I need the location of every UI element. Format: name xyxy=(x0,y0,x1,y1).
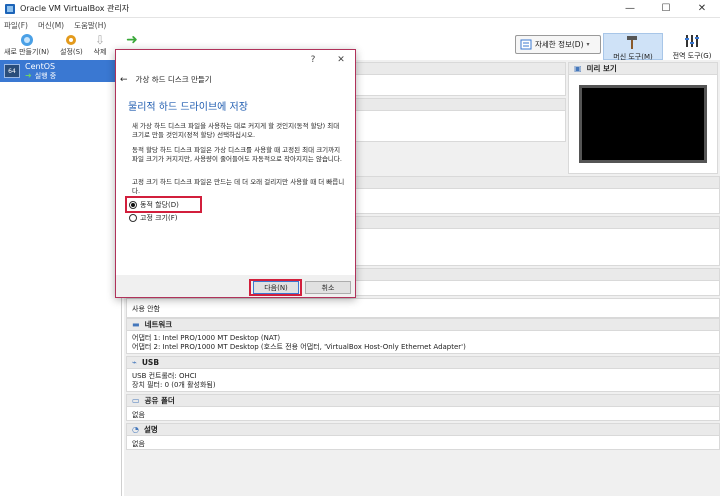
network-icon: ▬ xyxy=(132,320,140,329)
window-title: Oracle VM VirtualBox 관리자 xyxy=(20,4,130,13)
create-virtual-disk-dialog: ? ✕ ← 가상 하드 디스크 만들기 물리적 하드 드라이브에 저장 새 가상… xyxy=(115,49,356,298)
details-view-button[interactable]: 자세한 정보(D) ▾ xyxy=(515,35,601,54)
maximize-button[interactable]: ☐ xyxy=(648,0,684,18)
dialog-subtitle-row: ← 가상 하드 디스크 만들기 xyxy=(120,74,212,85)
gear-icon xyxy=(63,33,79,47)
shared-folders-title: 공유 폴더 xyxy=(144,396,175,405)
cancel-button[interactable]: 취소 xyxy=(305,281,351,294)
settings-button-label: 설정(S) xyxy=(60,48,83,56)
start-arrow-icon: ➜ xyxy=(126,32,138,48)
radio-unchecked-icon xyxy=(129,214,137,222)
dialog-heading: 물리적 하드 드라이브에 저장 xyxy=(128,102,248,113)
discard-arrow-icon: ⇩ xyxy=(94,33,106,47)
shared-folders-section: ▭ 공유 폴더 없음 xyxy=(126,394,720,421)
discard-button-label: 삭제 xyxy=(93,48,107,56)
details-view-label: 자세한 정보(D) xyxy=(535,40,584,49)
network-adapter-2: 어댑터 2: Intel PRO/1000 MT Desktop (호스트 전용… xyxy=(132,343,466,351)
back-arrow-icon[interactable]: ← xyxy=(120,75,128,85)
network-title: 네트워크 xyxy=(144,320,173,329)
menu-machine[interactable]: 머신(M) xyxy=(38,20,64,31)
shared-folders-body: 없음 xyxy=(132,411,145,419)
vm-state: ➜ 실행 중 xyxy=(25,71,56,81)
main-toolbar: 새로 만들기(N) 설정(S) ⇩ 삭제 ➜ 자세한 정보(D) ▾ 머신 도구… xyxy=(0,32,720,61)
fixed-size-label: 고정 크기(F) xyxy=(140,214,178,222)
serial-section: 사용 안함 xyxy=(126,298,720,318)
virtualbox-logo-icon xyxy=(5,3,15,14)
window-titlebar: Oracle VM VirtualBox 관리자 — ☐ ✕ xyxy=(0,0,720,18)
dialog-close-button[interactable]: ✕ xyxy=(327,55,355,65)
new-vm-icon xyxy=(19,33,35,47)
description-header[interactable]: ◔ 설명 xyxy=(127,424,719,436)
hammer-icon xyxy=(624,34,642,52)
usb-title: USB xyxy=(141,358,160,367)
vm-list: 64 CentOS ➜ 실행 중 xyxy=(0,60,122,496)
preview-icon: ▣ xyxy=(574,64,582,73)
start-button[interactable]: ➜ xyxy=(124,32,140,48)
vm-state-label: 실행 중 xyxy=(34,71,57,80)
preview-panel: ▣ 미리 보기 xyxy=(568,62,718,174)
dialog-paragraph-1: 새 가상 하드 디스크 파일을 사용하는 대로 커지게 할 것인지(동적 할당)… xyxy=(132,122,340,139)
network-adapter-1: 어댑터 1: Intel PRO/1000 MT Desktop (NAT) xyxy=(132,334,281,342)
menu-help[interactable]: 도움말(H) xyxy=(74,20,106,31)
usb-section: ⌁ USB USB 컨트롤러: OHCI 장치 필터: 0 (0개 활성화됨) xyxy=(126,356,720,392)
shared-folders-header[interactable]: ▭ 공유 폴더 xyxy=(127,395,719,407)
network-section-header[interactable]: ▬ 네트워크 xyxy=(127,319,719,331)
vm-name: CentOS xyxy=(25,61,56,71)
folder-icon: ▭ xyxy=(132,396,140,405)
details-dropdown-icon: ▾ xyxy=(586,41,590,48)
dialog-paragraph-3: 고정 크기 하드 디스크 파일은 만드는 데 더 오래 걸리지만 사용할 때 더… xyxy=(132,178,345,195)
dialog-paragraph-2: 동적 할당 하드 디스크 파일은 가상 디스크를 사용할 때 고정된 최대 크기… xyxy=(132,146,342,163)
preview-title: 미리 보기 xyxy=(586,64,617,73)
settings-button[interactable]: 설정(S) xyxy=(60,33,83,57)
dialog-titlebar: ? ✕ xyxy=(116,50,355,70)
description-body: 없음 xyxy=(132,440,145,448)
new-button[interactable]: 새로 만들기(N) xyxy=(4,33,49,57)
network-section: ▬ 네트워크 어댑터 1: Intel PRO/1000 MT Desktop … xyxy=(126,318,720,354)
running-arrow-icon: ➜ xyxy=(25,71,32,80)
global-tools-button[interactable]: 전역 도구(G) xyxy=(665,33,719,60)
os-type-icon: 64 xyxy=(4,64,20,78)
usb-icon: ⌁ xyxy=(132,358,137,367)
serial-body: 사용 안함 xyxy=(132,305,160,313)
usb-section-header[interactable]: ⌁ USB xyxy=(127,357,719,369)
menu-bar: 파일(F) 머신(M) 도움말(H) xyxy=(0,18,720,33)
usb-controller: USB 컨트롤러: OHCI xyxy=(132,372,197,380)
new-button-label: 새로 만들기(N) xyxy=(4,48,50,56)
vm-list-item[interactable]: 64 CentOS ➜ 실행 중 xyxy=(0,60,122,82)
menu-file[interactable]: 파일(F) xyxy=(4,20,28,31)
usb-device-filters: 장치 필터: 0 (0개 활성화됨) xyxy=(132,381,216,389)
description-section: ◔ 설명 없음 xyxy=(126,423,720,450)
preview-screen xyxy=(579,85,707,163)
machine-tools-button[interactable]: 머신 도구(M) xyxy=(603,33,663,61)
dialog-subtitle: 가상 하드 디스크 만들기 xyxy=(135,75,212,84)
dialog-help-button[interactable]: ? xyxy=(299,55,327,65)
description-title: 설명 xyxy=(143,425,158,434)
details-icon xyxy=(520,39,532,50)
dialog-footer: 다음(N) 취소 xyxy=(116,275,355,297)
description-icon: ◔ xyxy=(132,425,139,434)
global-tools-icon xyxy=(683,33,701,51)
next-button-highlight xyxy=(249,279,302,296)
discard-button[interactable]: ⇩ 삭제 xyxy=(92,33,108,57)
minimize-button[interactable]: — xyxy=(612,0,648,18)
dynamic-option-highlight xyxy=(125,196,202,213)
fixed-size-radio[interactable]: 고정 크기(F) xyxy=(129,213,177,223)
preview-header[interactable]: ▣ 미리 보기 xyxy=(569,63,717,75)
close-window-button[interactable]: ✕ xyxy=(684,0,720,18)
